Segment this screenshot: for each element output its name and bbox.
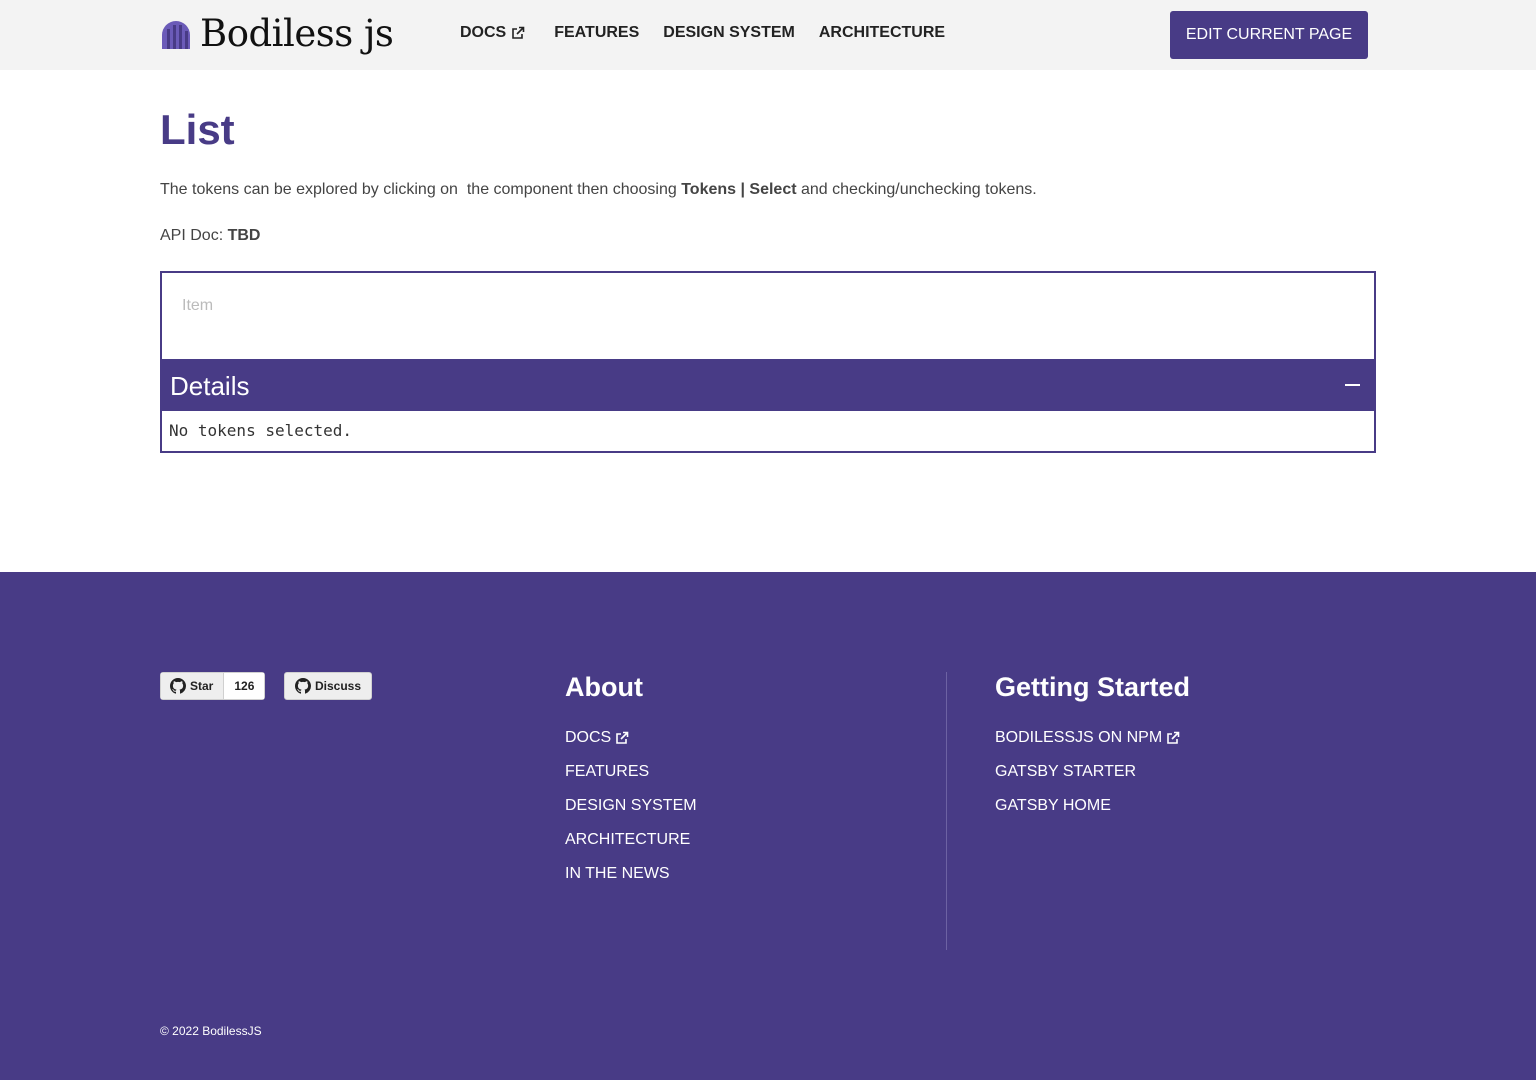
getting-started-title: Getting Started <box>995 672 1191 702</box>
list-component[interactable]: Item Details No tokens selected. <box>160 271 1376 453</box>
footer-divider <box>946 672 947 950</box>
external-link-icon <box>1167 731 1180 744</box>
external-link-icon <box>512 26 525 39</box>
api-doc-label: API Doc: <box>160 227 228 244</box>
github-star-button[interactable]: Star 126 <box>160 672 266 700</box>
intro-text-end: and checking/unchecking tokens. <box>796 181 1037 198</box>
edit-current-page-button[interactable]: EDIT CURRENT PAGE <box>1170 11 1368 59</box>
site-footer: Star 126 Discuss About DOCS FEATURES DES… <box>0 572 1536 1080</box>
page-title: List <box>160 106 235 153</box>
details-body: No tokens selected. <box>169 421 353 440</box>
about-title: About <box>565 672 643 702</box>
intro-text: The tokens can be explored by clicking o… <box>160 181 1037 199</box>
site-header: Bodiless js DOCS FEATURES DESIGN SYSTEM … <box>0 0 1536 70</box>
details-header[interactable]: Details <box>162 359 1374 411</box>
github-discuss-label: Discuss <box>315 679 362 693</box>
footer-link-docs-label: DOCS <box>565 729 612 746</box>
footer-link-design-system[interactable]: DESIGN SYSTEM <box>565 797 697 815</box>
logo-text: Bodiless js <box>200 12 394 55</box>
footer-link-in-the-news[interactable]: IN THE NEWS <box>565 865 697 883</box>
details-title: Details <box>170 371 250 401</box>
intro-text-bold: Tokens | Select <box>681 181 797 198</box>
logo-icon <box>162 21 190 49</box>
api-doc-value: TBD <box>227 227 261 244</box>
footer-link-npm-label: BODILESSJS ON NPM <box>995 729 1163 746</box>
nav-design-system[interactable]: DESIGN SYSTEM <box>663 24 795 42</box>
footer-link-gatsby-home[interactable]: GATSBY HOME <box>995 797 1180 815</box>
about-links: DOCS FEATURES DESIGN SYSTEM ARCHITECTURE… <box>565 729 697 883</box>
footer-link-features[interactable]: FEATURES <box>565 763 697 781</box>
intro-text-start: The tokens can be explored by clicking o… <box>160 181 682 198</box>
github-star-label: Star <box>190 679 214 693</box>
github-star-label-wrap[interactable]: Star <box>161 673 225 699</box>
nav-docs-label: DOCS <box>460 24 507 41</box>
list-item[interactable]: Item <box>182 297 213 315</box>
collapse-icon[interactable] <box>1345 384 1360 386</box>
nav-docs[interactable]: DOCS <box>460 24 525 42</box>
nav-features[interactable]: FEATURES <box>554 24 639 42</box>
github-discuss-button[interactable]: Discuss <box>284 672 373 700</box>
main-nav: DOCS FEATURES DESIGN SYSTEM ARCHITECTURE <box>460 24 945 42</box>
github-star-count[interactable]: 126 <box>224 673 265 699</box>
github-icon <box>170 678 186 694</box>
footer-link-gatsby-starter[interactable]: GATSBY STARTER <box>995 763 1180 781</box>
getting-started-links: BODILESSJS ON NPM GATSBY STARTER GATSBY … <box>995 729 1180 815</box>
copyright: © 2022 BodilessJS <box>160 1024 262 1038</box>
github-icon <box>295 678 311 694</box>
footer-link-npm[interactable]: BODILESSJS ON NPM <box>995 729 1180 747</box>
api-doc: API Doc: TBD <box>160 227 260 245</box>
footer-link-architecture[interactable]: ARCHITECTURE <box>565 831 697 849</box>
site-logo[interactable]: Bodiless js <box>160 12 394 55</box>
footer-link-docs[interactable]: DOCS <box>565 729 697 747</box>
external-link-icon <box>616 731 629 744</box>
nav-architecture[interactable]: ARCHITECTURE <box>819 24 945 42</box>
